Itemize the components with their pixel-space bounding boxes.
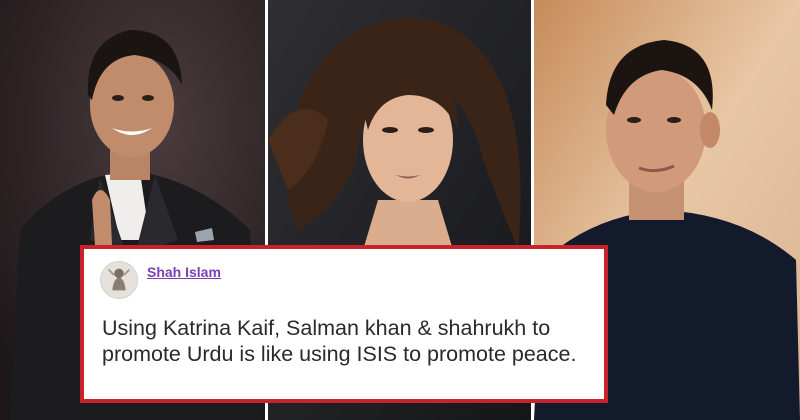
author-avatar[interactable] [100, 261, 138, 299]
tweet-card: Shah Islam Using Katrina Kaif, Salman kh… [80, 245, 608, 403]
tweet-text: Using Katrina Kaif, Salman khan & shahru… [102, 316, 577, 366]
author-name-link[interactable]: Shah Islam [147, 264, 221, 280]
